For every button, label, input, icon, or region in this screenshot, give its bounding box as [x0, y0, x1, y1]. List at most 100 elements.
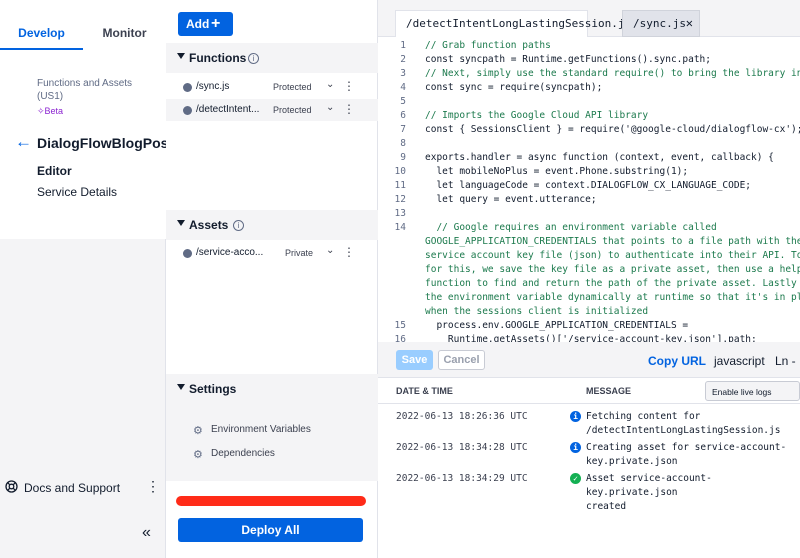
collapse-triangle-icon — [177, 384, 185, 390]
service-name: DialogFlowBlogPostTo — [37, 135, 166, 151]
status-dot-icon — [183, 83, 192, 92]
code-text: const sync = require(syncpath); — [425, 82, 603, 93]
code-line[interactable]: for this, we save the key file as a priv… — [378, 263, 800, 277]
asset-row-service-account[interactable]: /service-acco... Private ⌄ ⋮ — [166, 242, 378, 264]
log-timestamp: 2022-06-13 18:34:28 UTC — [396, 442, 528, 453]
line-number: 2 — [400, 54, 406, 65]
code-line[interactable]: GOOGLE_APPLICATION_CREDENTIALS that poin… — [378, 235, 800, 249]
back-arrow-icon[interactable]: ← — [15, 132, 32, 152]
line-number: 1 — [400, 40, 406, 51]
tab-develop[interactable]: Develop — [0, 0, 83, 50]
line-number: 8 — [400, 138, 406, 149]
code-text: function to find and return the path of … — [425, 278, 800, 289]
code-line[interactable]: 9 exports.handler = async function (conte… — [378, 151, 800, 165]
code-line[interactable]: 12 let query = event.utterance; — [378, 193, 800, 207]
assets-title: Assets — [189, 218, 229, 232]
code-line[interactable]: service account key file (json) to authe… — [378, 249, 800, 263]
beta-label: Beta — [44, 106, 64, 116]
enable-live-logs-button[interactable]: Enable live logs — [705, 381, 800, 401]
code-line[interactable]: 7 const { SessionsClient } = require('@go… — [378, 123, 800, 137]
code-text: let mobileNoPlus = event.Phone.substring… — [425, 166, 689, 177]
code-line[interactable]: 3 // Next, simply use the standard requir… — [378, 67, 800, 81]
code-line[interactable]: when the sessions client is initialized — [378, 305, 800, 319]
code-line[interactable]: 16 Runtime.getAssets()['/service-account… — [378, 333, 800, 342]
code-line[interactable]: 4 const sync = require(syncpath); — [378, 81, 800, 95]
code-text: // Grab function paths — [425, 40, 551, 51]
code-line[interactable]: 2 const syncpath = Runtime.getFunctions()… — [378, 53, 800, 67]
functions-title: Functions — [189, 51, 247, 65]
add-button[interactable]: Add + — [178, 12, 233, 36]
lifebuoy-icon — [5, 480, 18, 496]
code-editor-area: /detectIntentLongLastingSession.js /sync… — [378, 0, 800, 558]
tab-label: /sync.js — [633, 17, 686, 30]
chevron-down-icon[interactable]: ⌄ — [326, 245, 334, 256]
nav-tabs: Develop Monitor — [0, 0, 166, 50]
code-line[interactable]: 1 // Grab function paths — [378, 39, 800, 53]
code-line[interactable]: 13 — [378, 207, 800, 221]
info-icon: i — [570, 442, 581, 453]
code-line[interactable]: 15 process.env.GOOGLE_APPLICATION_CREDEN… — [378, 319, 800, 333]
functions-panel: Add + Functions i /sync.js Protected ⌄ ⋮ … — [166, 0, 378, 558]
assets-section-header[interactable]: Assets i — [166, 210, 378, 240]
code-text: const syncpath = Runtime.getFunctions().… — [425, 54, 711, 65]
code-line[interactable]: the environment variable dynamically at … — [378, 291, 800, 305]
log-message: Fetching content for/detectIntentLongLas… — [586, 410, 800, 438]
docs-and-support-link[interactable]: Docs and Support — [24, 481, 120, 495]
copy-url-button[interactable]: Copy URL — [648, 354, 706, 368]
log-column-message: MESSAGE — [586, 386, 632, 396]
region-label: (US1) — [37, 91, 64, 102]
settings-item-environment-variables[interactable]: Environment Variables — [211, 424, 311, 435]
language-selector[interactable]: javascript — [714, 354, 765, 368]
code-line[interactable]: 14 // Google requires an environment var… — [378, 221, 800, 235]
more-vertical-icon[interactable]: ⋮ — [343, 245, 355, 259]
tab-sync[interactable]: /sync.js ✕ — [622, 10, 700, 37]
tab-detect-intent[interactable]: /detectIntentLongLastingSession.js — [395, 10, 631, 37]
log-message-line: created — [586, 501, 627, 512]
more-vertical-icon[interactable]: ⋮ — [146, 478, 160, 495]
log-message: Asset service-account-key.private.json cr… — [586, 472, 800, 514]
function-row-sync[interactable]: /sync.js Protected ⌄ ⋮ — [166, 76, 378, 98]
code-line[interactable]: 6 // Imports the Google Cloud API library — [378, 109, 800, 123]
line-indicator: Ln - — [775, 354, 796, 368]
chevron-down-icon[interactable]: ⌄ — [326, 79, 334, 90]
info-icon[interactable]: i — [233, 220, 244, 231]
more-vertical-icon[interactable]: ⋮ — [343, 102, 355, 116]
nav-item-service-details[interactable]: Service Details — [37, 185, 117, 199]
code-text: // Next, simply use the standard require… — [425, 68, 800, 79]
functions-section-header[interactable]: Functions i — [166, 43, 378, 73]
code-text: process.env.GOOGLE_APPLICATION_CREDENTIA… — [425, 320, 689, 331]
cancel-button[interactable]: Cancel — [438, 350, 485, 370]
line-number: 13 — [394, 208, 406, 219]
code-line[interactable]: 10 let mobileNoPlus = event.Phone.substr… — [378, 165, 800, 179]
editor-toolbar: Save Cancel Copy URL javascript Ln - — [378, 342, 800, 378]
close-icon[interactable]: ✕ — [686, 16, 693, 30]
tab-monitor[interactable]: Monitor — [83, 0, 166, 50]
settings-section-header[interactable]: Settings — [166, 374, 378, 404]
visibility-label: Private — [285, 248, 314, 258]
settings-item-dependencies[interactable]: Dependencies — [211, 448, 275, 459]
logs-header: DATE & TIME MESSAGE Enable live logs — [378, 378, 800, 404]
log-timestamp: 2022-06-13 18:34:29 UTC — [396, 473, 528, 484]
settings-title: Settings — [189, 382, 237, 396]
code-line[interactable]: function to find and return the path of … — [378, 277, 800, 291]
log-timestamp: 2022-06-13 18:26:36 UTC — [396, 411, 528, 422]
settings-list: ⚙ Environment Variables ⚙ Dependencies — [166, 403, 378, 481]
gear-icon: ⚙ — [193, 449, 203, 461]
nav-item-editor[interactable]: Editor — [37, 164, 72, 178]
chevron-down-icon[interactable]: ⌄ — [326, 102, 334, 113]
code-text: Runtime.getAssets()['/service-account-ke… — [425, 334, 757, 342]
code-line[interactable]: 5 — [378, 95, 800, 109]
deploy-all-button[interactable]: Deploy All — [178, 518, 363, 542]
function-row-detect-intent[interactable]: /detectIntent... Protected ⌄ ⋮ — [166, 99, 378, 121]
code-line[interactable]: 11 let languageCode = context.DIALOGFLOW… — [378, 179, 800, 193]
save-button[interactable]: Save — [396, 350, 433, 370]
code-content[interactable]: 1 // Grab function paths 2 const syncpath =… — [378, 37, 800, 342]
tab-label: /detectIntentLongLastingSession.js — [406, 17, 632, 30]
log-message-line: Fetching content for — [586, 411, 701, 422]
info-icon[interactable]: i — [248, 53, 259, 64]
code-line[interactable]: 8 — [378, 137, 800, 151]
more-vertical-icon[interactable]: ⋮ — [343, 79, 355, 93]
visibility-label: Protected — [273, 82, 312, 92]
line-number: 7 — [400, 124, 406, 135]
collapse-sidebar-icon[interactable]: « — [142, 524, 151, 542]
